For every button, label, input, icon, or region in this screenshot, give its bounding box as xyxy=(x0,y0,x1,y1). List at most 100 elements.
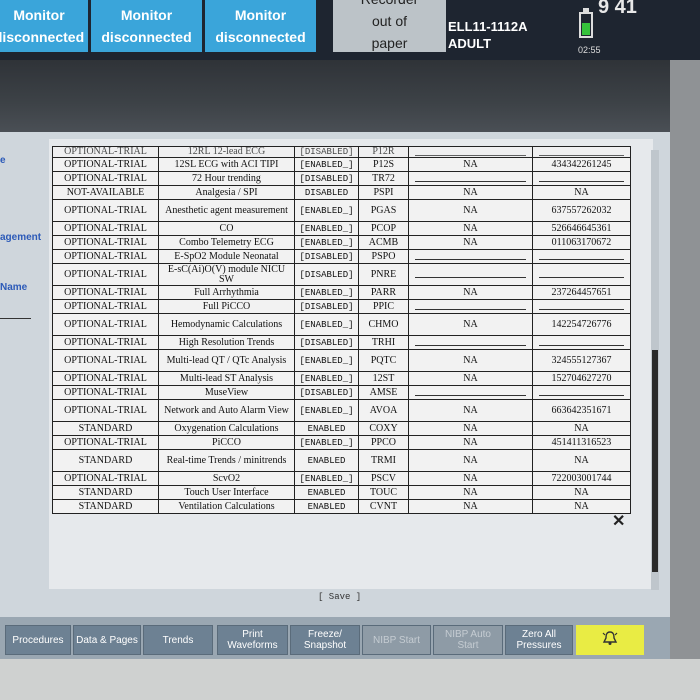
cell-key: NA xyxy=(532,421,631,436)
cell-key: 011063170672 xyxy=(532,235,631,250)
cell-status: OPTIONAL-TRIAL xyxy=(52,285,159,300)
table-row[interactable]: STANDARD Real-time Trends / minitrends ENA… xyxy=(52,449,631,472)
cell-trial: NA xyxy=(408,471,533,486)
cell-option-name: E-sC(Ai)O(V) module NICU SW xyxy=(158,263,295,286)
cell-trial: NA xyxy=(408,313,533,336)
cell-trial: NA xyxy=(408,157,533,172)
table-row[interactable]: OPTIONAL-TRIAL Network and Auto Alarm Vie… xyxy=(52,399,631,422)
empty-field-line xyxy=(539,389,624,396)
table-row-cut[interactable]: OPTIONAL-TRIAL 12RL 12-lead ECG [DISABLED]… xyxy=(52,146,631,158)
close-icon[interactable]: ✕ xyxy=(612,511,625,531)
cell-status: OPTIONAL-TRIAL xyxy=(52,349,159,372)
cell-code: TR72 xyxy=(358,171,409,186)
table-row[interactable]: OPTIONAL-TRIAL Multi-lead QT / QTc Analys… xyxy=(52,349,631,372)
softkey-trends[interactable]: Trends xyxy=(143,625,213,655)
softkey-procedures[interactable]: Procedures xyxy=(5,625,71,655)
table-row[interactable]: OPTIONAL-TRIAL 12SL ECG with ACI TIPI [ENA… xyxy=(52,157,631,172)
table-row[interactable]: OPTIONAL-TRIAL 72 Hour trending [DISABLED]… xyxy=(52,171,631,186)
recorder-line1: Recorder xyxy=(333,0,446,10)
empty-field-line xyxy=(415,271,526,278)
sidebar-label-3: Name xyxy=(0,282,28,293)
monitor-tile-line1: Monitor xyxy=(234,7,287,23)
table-row[interactable]: STANDARD Touch User Interface ENABLED TOUC N… xyxy=(52,485,631,500)
monitor-tile-2[interactable]: Monitor disconnected xyxy=(91,0,202,52)
cell-code: PQTC xyxy=(358,349,409,372)
cell-code: PPIC xyxy=(358,299,409,314)
softkey-nibp-auto-start[interactable]: NIBP Auto Start xyxy=(433,625,503,655)
cell-key xyxy=(532,335,631,350)
cell-trial xyxy=(408,335,533,350)
softkey-nibp-start[interactable]: NIBP Start xyxy=(362,625,431,655)
alarm-silence-button[interactable] xyxy=(576,625,644,655)
table-row[interactable]: OPTIONAL-TRIAL Full Arrhythmia [ENABLED_] P… xyxy=(52,285,631,300)
table-row[interactable]: STANDARD Ventilation Calculations ENABLED C… xyxy=(52,499,631,514)
cell-status: OPTIONAL-TRIAL xyxy=(52,399,159,422)
empty-field-line xyxy=(415,175,526,182)
cell-state: [ENABLED_] xyxy=(294,157,359,172)
cell-code: P12S xyxy=(358,157,409,172)
cell-option-name: ScvO2 xyxy=(158,471,295,486)
cell-status: NOT-AVAILABLE xyxy=(52,185,159,200)
cell-status: OPTIONAL-TRIAL xyxy=(52,335,159,350)
cell-code: CHMO xyxy=(358,313,409,336)
cell-code: COXY xyxy=(358,421,409,436)
monitor-tile-1[interactable]: Monitor disconnected xyxy=(0,0,88,52)
recorder-status-tile[interactable]: Recorder out of paper xyxy=(333,0,446,52)
softkey-data-pages[interactable]: Data & Pages xyxy=(73,625,141,655)
cell-status: OPTIONAL-TRIAL xyxy=(52,221,159,236)
cell-state: [DISABLED] xyxy=(294,299,359,314)
cell-key: 324555127367 xyxy=(532,349,631,372)
cell-key: NA xyxy=(532,449,631,472)
table-row[interactable]: NOT-AVAILABLE Analgesia / SPI DISABLED PSPI… xyxy=(52,185,631,200)
table-row[interactable]: OPTIONAL-TRIAL PiCCO [ENABLED_] PPCO NA 45141… xyxy=(52,435,631,450)
cell-state: [DISABLED] xyxy=(294,146,359,158)
cell-key: 434342261245 xyxy=(532,157,631,172)
empty-field-line xyxy=(539,175,624,182)
cell-option-name: 12SL ECG with ACI TIPI xyxy=(158,157,295,172)
table-row[interactable]: OPTIONAL-TRIAL Full PiCCO [DISABLED] PPIC xyxy=(52,299,631,314)
cell-state: [ENABLED_] xyxy=(294,285,359,300)
cell-key xyxy=(532,263,631,286)
cell-state: [DISABLED] xyxy=(294,385,359,400)
recorder-line2: out of xyxy=(371,13,408,29)
table-row[interactable]: OPTIONAL-TRIAL Hemodynamic Calculations [E… xyxy=(52,313,631,336)
table-row[interactable]: OPTIONAL-TRIAL E-sC(Ai)O(V) module NICU S… xyxy=(52,263,631,286)
cell-status: STANDARD xyxy=(52,449,159,472)
softkey-freeze-snapshot[interactable]: Freeze/ Snapshot xyxy=(290,625,360,655)
cell-state: ENABLED xyxy=(294,421,359,436)
table-row[interactable]: OPTIONAL-TRIAL Anesthetic agent measureme… xyxy=(52,199,631,222)
table-row[interactable]: OPTIONAL-TRIAL High Resolution Trends [DIS… xyxy=(52,335,631,350)
cell-trial: NA xyxy=(408,199,533,222)
cell-option-name: Analgesia / SPI xyxy=(158,185,295,200)
cell-trial: NA xyxy=(408,421,533,436)
table-row[interactable]: OPTIONAL-TRIAL CO [ENABLED_] PCOP NA 52664664… xyxy=(52,221,631,236)
cell-code: CVNT xyxy=(358,499,409,514)
table-row[interactable]: OPTIONAL-TRIAL Combo Telemetry ECG [ENABLE… xyxy=(52,235,631,250)
cell-state: [DISABLED] xyxy=(294,249,359,264)
softkey-zero-all-pressures[interactable]: Zero All Pressures xyxy=(505,625,573,655)
save-button[interactable]: [ Save ] xyxy=(318,592,361,602)
table-row[interactable]: OPTIONAL-TRIAL MuseView [DISABLED] AMSE xyxy=(52,385,631,400)
scrollbar-thumb[interactable] xyxy=(652,350,658,572)
cell-option-name: Multi-lead ST Analysis xyxy=(158,371,295,386)
cell-option-name: Hemodynamic Calculations xyxy=(158,313,295,336)
cell-state: ENABLED xyxy=(294,485,359,500)
cell-trial: NA xyxy=(408,399,533,422)
cell-state: [ENABLED_] xyxy=(294,349,359,372)
cell-key: 526646645361 xyxy=(532,221,631,236)
cell-trial xyxy=(408,385,533,400)
table-row[interactable]: OPTIONAL-TRIAL ScvO2 [ENABLED_] PSCV NA 72200… xyxy=(52,471,631,486)
patient-info[interactable]: ELL11-1112A ADULT xyxy=(448,18,528,52)
cell-code: PGAS xyxy=(358,199,409,222)
table-row[interactable]: STANDARD Oxygenation Calculations ENABLED C… xyxy=(52,421,631,436)
sidebar-divider xyxy=(0,318,31,319)
table-row[interactable]: OPTIONAL-TRIAL E-SpO2 Module Neonatal [DIS… xyxy=(52,249,631,264)
empty-field-line xyxy=(539,253,624,260)
monitor-tile-3[interactable]: Monitor disconnected xyxy=(205,0,316,52)
empty-field-line xyxy=(539,303,624,310)
cell-key: NA xyxy=(532,185,631,200)
table-row[interactable]: OPTIONAL-TRIAL Multi-lead ST Analysis [ENA… xyxy=(52,371,631,386)
softkey-print-waveforms[interactable]: Print Waveforms xyxy=(217,625,288,655)
cell-option-name: Anesthetic agent measurement xyxy=(158,199,295,222)
cell-state: [DISABLED] xyxy=(294,335,359,350)
